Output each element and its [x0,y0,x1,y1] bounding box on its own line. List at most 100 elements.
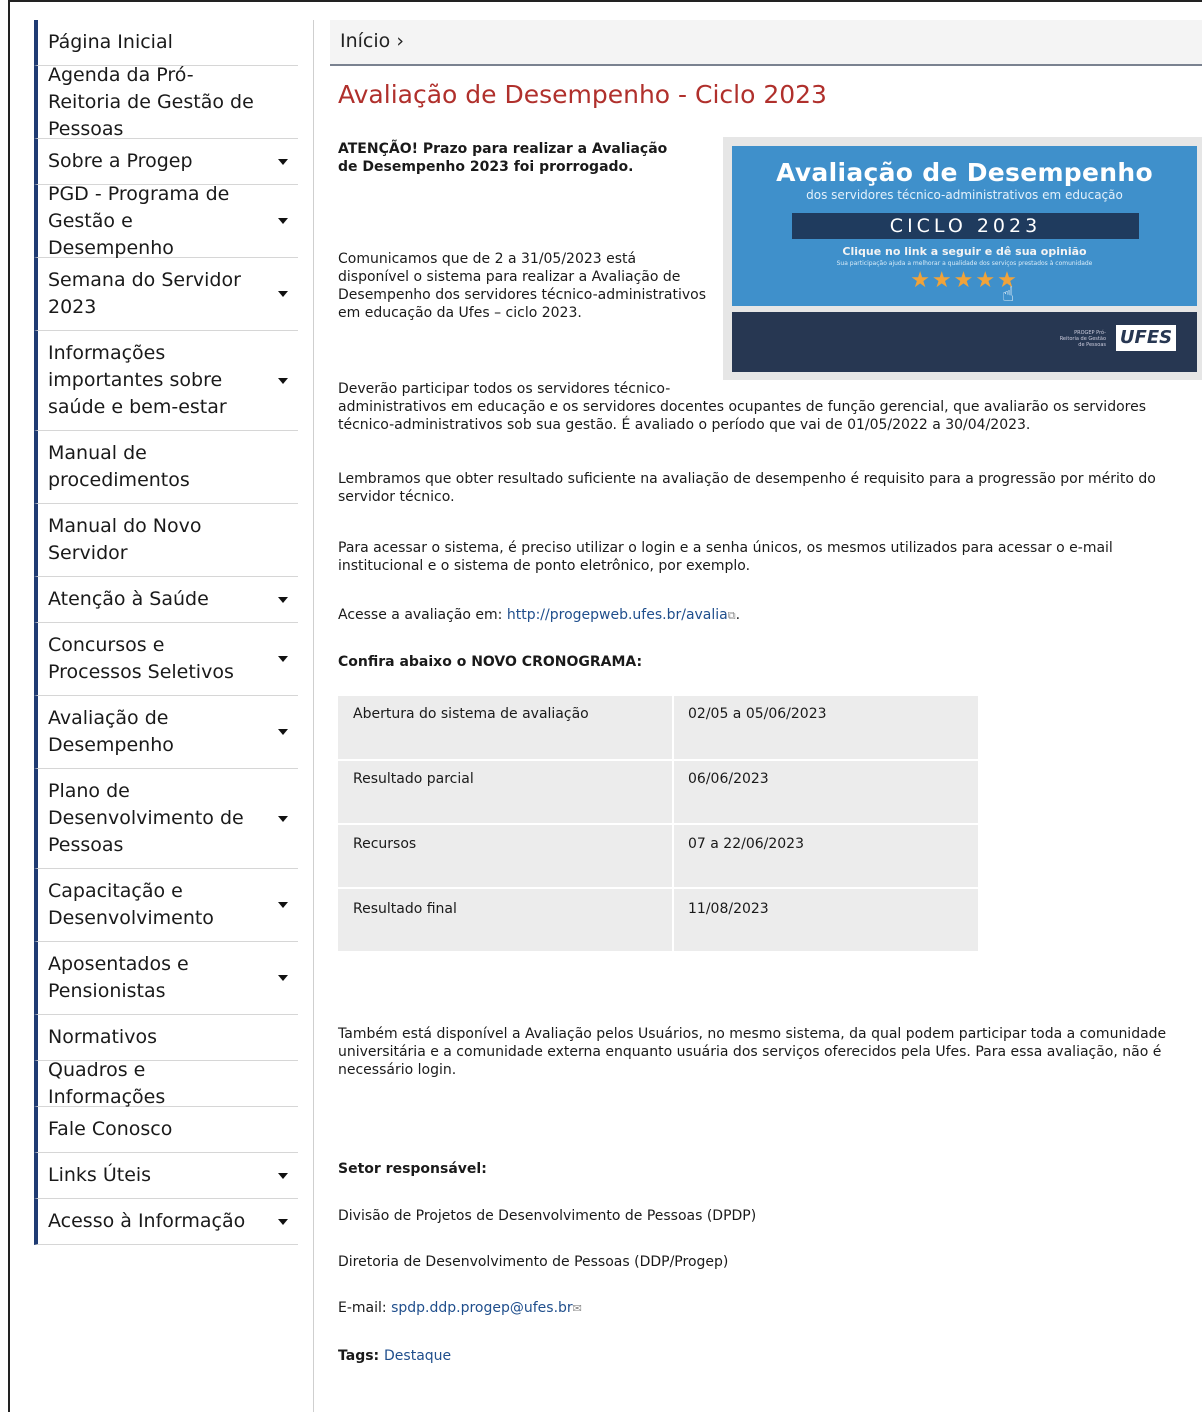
schedule-item: Resultado final [353,901,457,917]
table-row: Resultado final 11/08/2023 [338,891,978,955]
banner-top: Avaliação de Desempenho dos servidores t… [732,146,1197,306]
schedule-heading: Confira abaixo o NOVO CRONOGRAMA: [338,654,643,670]
sidebar-item-label: Links Úteis [48,1164,152,1186]
sidebar-item-label: Semana do Servidor 2023 [48,269,241,318]
sector-directorate: Diretoria de Desenvolvimento de Pessoas … [338,1254,729,1270]
tag-link-destaque[interactable]: Destaque [384,1348,451,1364]
access-link-prefix: Acesse a avaliação em: [338,607,507,623]
access-link-paragraph: Acesse a avaliação em: http://progepweb.… [338,606,1196,625]
schedule-item: Resultado parcial [353,771,474,787]
chevron-down-icon[interactable] [278,596,288,603]
email-link[interactable]: spdp.ddp.progep@ufes.br [391,1300,573,1316]
sidebar-item-sobre-progep[interactable]: Sobre a Progep [34,139,298,185]
row-divider [338,887,978,889]
sidebar-item-label: PGD - Programa de Gestão e Desempenho [48,182,230,259]
chevron-down-icon[interactable] [278,729,288,735]
sidebar-item-manual-novo-servidor[interactable]: Manual do Novo Servidor [34,504,298,577]
pointer-hand-icon: ☝ [1002,282,1015,306]
chevron-down-icon[interactable] [278,1218,288,1225]
breadcrumb-home-link[interactable]: Início [340,30,390,52]
sidebar-item-plano-desenvolvimento[interactable]: Plano de Desenvolvimento de Pessoas [34,769,298,869]
sidebar-item-label: Normativos [48,1026,157,1048]
sidebar-item-label: Atenção à Saúde [48,588,209,610]
sidebar-item-label: Avaliação de Desempenho [48,707,174,756]
chevron-down-icon[interactable] [278,975,288,981]
chevron-down-icon[interactable] [278,902,288,908]
sector-division: Divisão de Projetos de Desenvolvimento d… [338,1208,757,1224]
schedule-table: Abertura do sistema de avaliação 02/05 a… [338,696,978,951]
banner-cta: Clique no link a seguir e dê sua opinião [842,245,1087,258]
sidebar-item-label: Manual de procedimentos [48,442,190,491]
ufes-logo: UFES [1116,325,1176,351]
chevron-down-icon[interactable] [278,158,288,165]
sidebar-item-label: Acesso à Informação [48,1210,246,1232]
chevron-down-icon[interactable] [278,377,288,384]
breadcrumb-divider [330,64,1202,66]
sector-heading: Setor responsável: [338,1161,487,1177]
banner-cta-small: Sua participação ajuda a melhorar a qual… [836,260,1093,267]
sidebar-item-label: Plano de Desenvolvimento de Pessoas [48,780,244,856]
sidebar-item-pgd[interactable]: PGD - Programa de Gestão e Desempenho [34,183,298,259]
sidebar-item-label: Informações importantes sobre saúde e be… [48,342,227,418]
sidebar-item-label: Agenda da Pró-Reitoria de Gestão de Pess… [48,63,254,140]
schedule-date: 02/05 a 05/06/2023 [688,706,827,722]
email-line: E-mail: spdp.ddp.progep@ufes.br✉ [338,1299,582,1318]
tags-line: Tags: Destaque [338,1347,451,1365]
sidebar-item-atencao-saude[interactable]: Atenção à Saúde [34,577,298,623]
row-divider [338,823,978,825]
sidebar-item-avaliacao-desempenho[interactable]: Avaliação de Desempenho [34,696,298,769]
sidebar-item-capacitacao[interactable]: Capacitação e Desenvolvimento [34,869,298,942]
evaluation-banner[interactable]: Avaliação de Desempenho dos servidores t… [723,137,1202,380]
schedule-date: 06/06/2023 [688,771,769,787]
sidebar-item-pagina-inicial[interactable]: Página Inicial [34,20,298,66]
sidebar-item-fale-conosco[interactable]: Fale Conosco [34,1107,298,1153]
users-evaluation-paragraph: Também está disponível a Avaliação pelos… [338,1026,1167,1078]
email-label: E-mail: [338,1300,392,1316]
sidebar-item-links-uteis[interactable]: Links Úteis [34,1153,298,1199]
evaluation-system-link[interactable]: http://progepweb.ufes.br/avalia [507,607,728,623]
banner-subtitle: dos servidores técnico-administrativos e… [806,188,1123,202]
sidebar-item-concursos[interactable]: Concursos e Processos Seletivos [34,623,298,696]
sidebar-item-label: Página Inicial [48,31,173,53]
banner-footer: PROGEP Pró-Reitoria de Gestão de Pessoas… [732,312,1197,372]
schedule-date: 11/08/2023 [688,901,769,917]
external-link-icon: ⧉ [727,609,736,622]
sidebar-nav: Página Inicial Agenda da Pró-Reitoria de… [34,20,298,1245]
sidebar-item-acesso-informacao[interactable]: Acesso à Informação [34,1199,298,1245]
participants-paragraph: administrativos em educação e os servido… [338,399,1147,433]
page-title: Avaliação de Desempenho - Ciclo 2023 [338,80,827,109]
table-row: Abertura do sistema de avaliação 02/05 a… [338,696,978,760]
sidebar-item-label: Aposentados e Pensionistas [48,953,189,1002]
sidebar-item-label: Sobre a Progep [48,150,193,172]
chevron-down-icon[interactable] [278,1172,288,1179]
table-row: Resultado parcial 06/06/2023 [338,761,978,825]
chevron-down-icon[interactable] [278,291,288,297]
chevron-down-icon[interactable] [278,218,288,224]
banner-title: Avaliação de Desempenho [776,158,1153,187]
sidebar-item-normativos[interactable]: Normativos [34,1015,298,1061]
access-link-suffix: . [735,607,741,623]
access-paragraph: Para acessar o sistema, é preciso utiliz… [338,540,1113,574]
participants-paragraph-start: Deverão participar todos os servidores t… [338,381,671,397]
breadcrumb-separator: › [396,30,404,52]
sidebar-item-label: Manual do Novo Servidor [48,515,202,564]
sidebar-item-semana-servidor[interactable]: Semana do Servidor 2023 [34,258,298,331]
sidebar-item-aposentados[interactable]: Aposentados e Pensionistas [34,942,298,1015]
mail-icon: ✉ [572,1302,582,1315]
sidebar-item-informacoes-saude[interactable]: Informações importantes sobre saúde e be… [34,331,298,431]
sidebar-item-label: Quadros e Informações [48,1058,166,1108]
attention-notice: ATENÇÃO! Prazo para realizar a Avaliação… [338,141,668,175]
sidebar-item-label: Fale Conosco [48,1118,173,1140]
chevron-down-icon[interactable] [278,815,288,822]
chevron-down-icon[interactable] [278,656,288,662]
banner-cycle: CICLO 2023 [792,213,1139,239]
tags-label: Tags: [338,1348,385,1364]
sidebar-item-quadros[interactable]: Quadros e Informações [34,1059,298,1108]
schedule-item: Recursos [353,836,417,852]
table-row: Recursos 07 a 22/06/2023 [338,826,978,890]
schedule-date: 07 a 22/06/2023 [688,836,804,852]
sidebar-item-label: Capacitação e Desenvolvimento [48,880,214,929]
sidebar-item-agenda[interactable]: Agenda da Pró-Reitoria de Gestão de Pess… [34,64,298,140]
sidebar-item-label: Concursos e Processos Seletivos [48,634,234,683]
sidebar-item-manual-procedimentos[interactable]: Manual de procedimentos [34,431,298,504]
